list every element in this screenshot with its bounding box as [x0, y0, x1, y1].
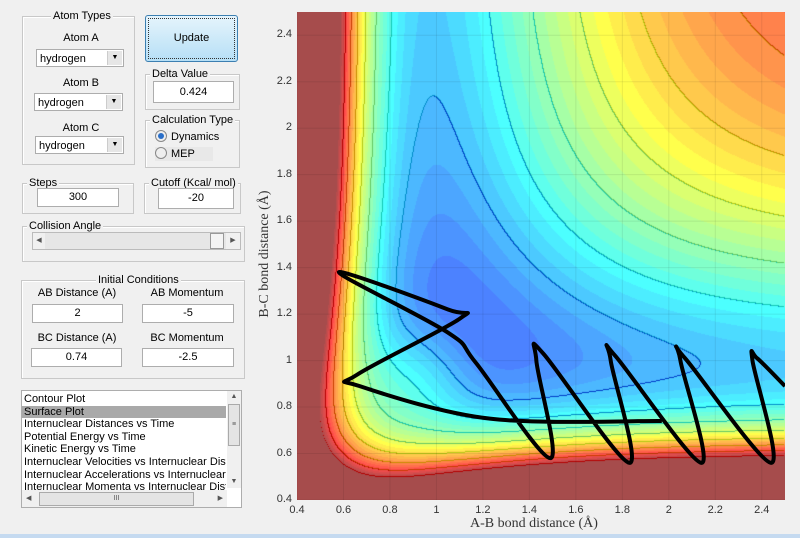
arrow-left-icon[interactable]: ◀ [26, 490, 31, 507]
initial-conditions-title: Initial Conditions [96, 274, 181, 286]
x-tick-label: 1.2 [475, 504, 491, 516]
bc-momentum-input[interactable]: -2.5 [142, 348, 234, 367]
bc-momentum-label: BC Momentum [150, 332, 224, 344]
plot-type-item[interactable]: Surface Plot [22, 405, 226, 419]
cutoff-input[interactable]: -20 [158, 188, 234, 209]
ab-distance-input[interactable]: 2 [32, 304, 123, 323]
y-tick-label: 1 [285, 353, 292, 366]
atom-a-value: hydrogen [40, 53, 86, 65]
mep-radio[interactable]: MEP [155, 147, 213, 161]
x-tick-label: 1.6 [568, 504, 584, 516]
arrow-down-icon[interactable]: ▼ [227, 476, 241, 488]
radio-selected-icon [155, 130, 167, 142]
atom-types-title: Atom Types [51, 10, 113, 22]
chevron-down-icon[interactable]: ▼ [107, 51, 122, 65]
arrow-up-icon[interactable]: ▲ [227, 391, 241, 403]
dynamics-radio[interactable]: Dynamics [155, 130, 219, 144]
collision-angle-title: Collision Angle [27, 220, 104, 232]
atom-b-label: Atom B [62, 77, 100, 89]
calculation-type-title: Calculation Type [150, 114, 236, 126]
plot-type-item[interactable]: Potential Energy vs Time [22, 431, 226, 444]
delta-value-title: Delta Value [150, 68, 211, 80]
bc-distance-label: BC Distance (A) [37, 332, 117, 344]
horizontal-scrollbar[interactable]: ◀ III ▶ [22, 490, 227, 507]
y-axis-label: B-C bond distance (Å) [257, 190, 272, 318]
x-tick-label: 0.4 [289, 504, 305, 516]
scrollbar-thumb[interactable]: III [39, 492, 194, 506]
collision-angle-slider[interactable]: ◀ ▶ [32, 232, 241, 250]
plot-type-item[interactable]: Kinetic Energy vs Time [22, 443, 226, 456]
arrow-right-icon[interactable]: ▶ [226, 233, 240, 249]
x-axis-label: A-B bond distance (Å) [470, 516, 598, 531]
atom-c-value: hydrogen [39, 140, 85, 152]
plot-type-item[interactable]: Internuclear Velocities vs Internuclear … [22, 456, 226, 469]
atom-a-dropdown[interactable]: hydrogen ▼ [36, 49, 124, 67]
y-tick-label: 1.8 [276, 167, 292, 180]
y-tick-label: 0.8 [276, 400, 292, 413]
atom-c-dropdown[interactable]: hydrogen ▼ [35, 136, 124, 154]
y-tick-label: 2 [285, 121, 292, 134]
x-tick-label: 0.6 [335, 504, 352, 516]
y-tick-label: 2.4 [276, 28, 292, 41]
plot-overlay [297, 12, 785, 500]
x-tick-label: 1.4 [521, 504, 538, 516]
bottom-border [0, 534, 800, 538]
atom-b-value: hydrogen [38, 97, 84, 109]
arrow-right-icon[interactable]: ▶ [218, 490, 223, 507]
x-tick-label: 2 [665, 504, 672, 516]
atom-c-label: Atom C [62, 122, 100, 134]
x-tick-label: 2.2 [707, 504, 723, 516]
bc-distance-input[interactable]: 0.74 [31, 348, 122, 367]
y-tick-label: 2.2 [276, 74, 292, 87]
x-tick-label: 1 [433, 504, 440, 516]
atom-a-label: Atom A [63, 32, 99, 44]
arrow-left-icon[interactable]: ◀ [33, 233, 45, 249]
update-button[interactable]: Update [145, 15, 238, 62]
steps-input[interactable]: 300 [37, 188, 119, 207]
delta-value-input[interactable]: 0.424 [153, 81, 234, 103]
plot-type-item[interactable]: Internuclear Accelerations vs Internucle… [22, 469, 226, 482]
trajectory-line [336, 270, 785, 465]
chevron-down-icon[interactable]: ▼ [107, 138, 122, 152]
plot-type-listbox[interactable]: Contour Plot Surface Plot Internuclear Dis… [21, 390, 242, 508]
plot-type-items: Contour Plot Surface Plot Internuclear Dis… [22, 393, 226, 494]
plot-type-item[interactable]: Contour Plot [22, 393, 226, 406]
vertical-scrollbar[interactable]: ▲ ≡ ▼ [227, 391, 241, 488]
y-tick-label: 0.4 [276, 493, 292, 505]
chevron-down-icon[interactable]: ▼ [106, 95, 121, 109]
x-tick-label: 0.8 [382, 504, 398, 516]
y-tick-label: 0.6 [276, 446, 292, 459]
plot-type-item[interactable]: Internuclear Distances vs Time [22, 418, 226, 431]
atom-b-dropdown[interactable]: hydrogen ▼ [34, 93, 123, 111]
slider-thumb[interactable] [210, 233, 224, 249]
ab-momentum-label: AB Momentum [150, 287, 224, 299]
mep-label: MEP [171, 148, 195, 160]
radio-unselected-icon [155, 147, 167, 159]
ab-momentum-input[interactable]: -5 [142, 304, 234, 323]
x-tick-label: 2.4 [754, 504, 770, 516]
dynamics-label: Dynamics [171, 131, 220, 143]
ab-distance-label: AB Distance (A) [37, 287, 117, 299]
x-tick-label: 1.8 [614, 504, 630, 516]
scrollbar-thumb[interactable]: ≡ [228, 404, 240, 446]
